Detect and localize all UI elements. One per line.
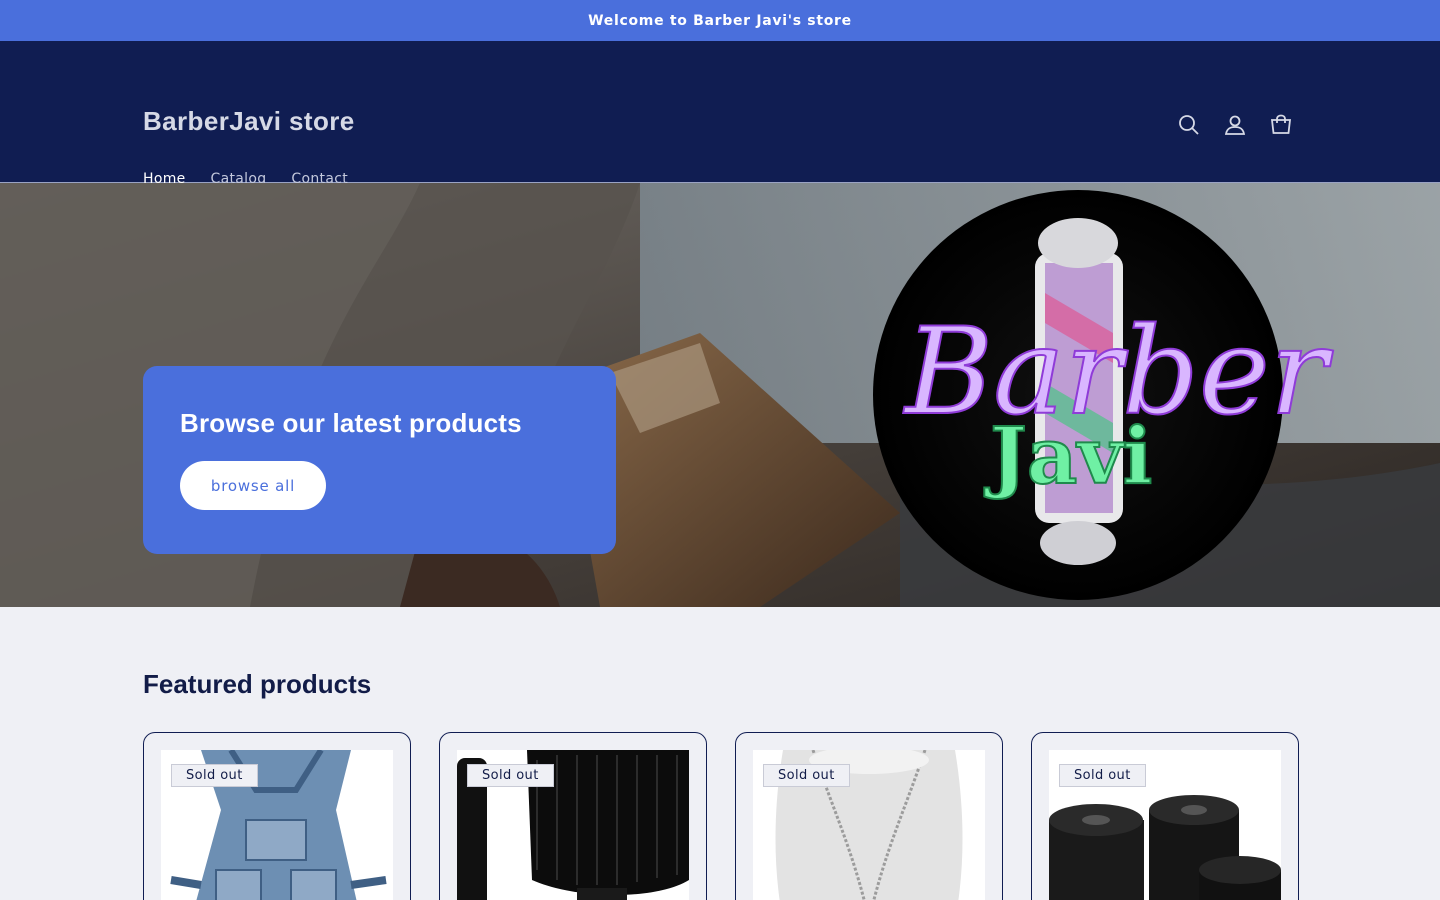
product-image-chain[interactable]: Sold out xyxy=(753,750,985,900)
site-header: BarberJavi store Home Catalog Contact xyxy=(0,41,1440,187)
store-logo[interactable]: BarberJavi store xyxy=(143,106,355,137)
sold-out-badge: Sold out xyxy=(171,764,258,787)
product-image-denim-apron[interactable]: Sold out xyxy=(161,750,393,900)
announcement-text: Welcome to Barber Javi's store xyxy=(588,12,852,29)
sold-out-badge: Sold out xyxy=(763,764,850,787)
product-grid: Sold out Sold out Sold out Sold out xyxy=(143,732,1299,900)
product-card[interactable]: Sold out xyxy=(1031,732,1299,900)
featured-products-section: Featured products Sold out Sold out Sold… xyxy=(0,607,1440,900)
hero-logo-name: Javi xyxy=(984,411,1152,502)
product-image-neck-duster[interactable]: Sold out xyxy=(457,750,689,900)
product-image-neck-paper[interactable]: Sold out xyxy=(1049,750,1281,900)
product-card[interactable]: Sold out xyxy=(735,732,1003,900)
featured-title: Featured products xyxy=(143,669,372,699)
hero-banner: Barber Javi Browse our latest products b… xyxy=(0,183,1440,607)
sold-out-badge: Sold out xyxy=(467,764,554,787)
search-icon[interactable] xyxy=(1173,109,1205,141)
hero-heading: Browse our latest products xyxy=(180,408,522,438)
cart-icon[interactable] xyxy=(1265,109,1297,141)
product-card[interactable]: Sold out xyxy=(143,732,411,900)
hero-cta-box: Browse our latest products browse all xyxy=(143,366,616,554)
header-icons xyxy=(1173,109,1297,141)
account-icon[interactable] xyxy=(1219,109,1251,141)
sold-out-badge: Sold out xyxy=(1059,764,1146,787)
product-card[interactable]: Sold out xyxy=(439,732,707,900)
announcement-bar: Welcome to Barber Javi's store xyxy=(0,0,1440,41)
browse-all-button[interactable]: browse all xyxy=(180,461,326,510)
